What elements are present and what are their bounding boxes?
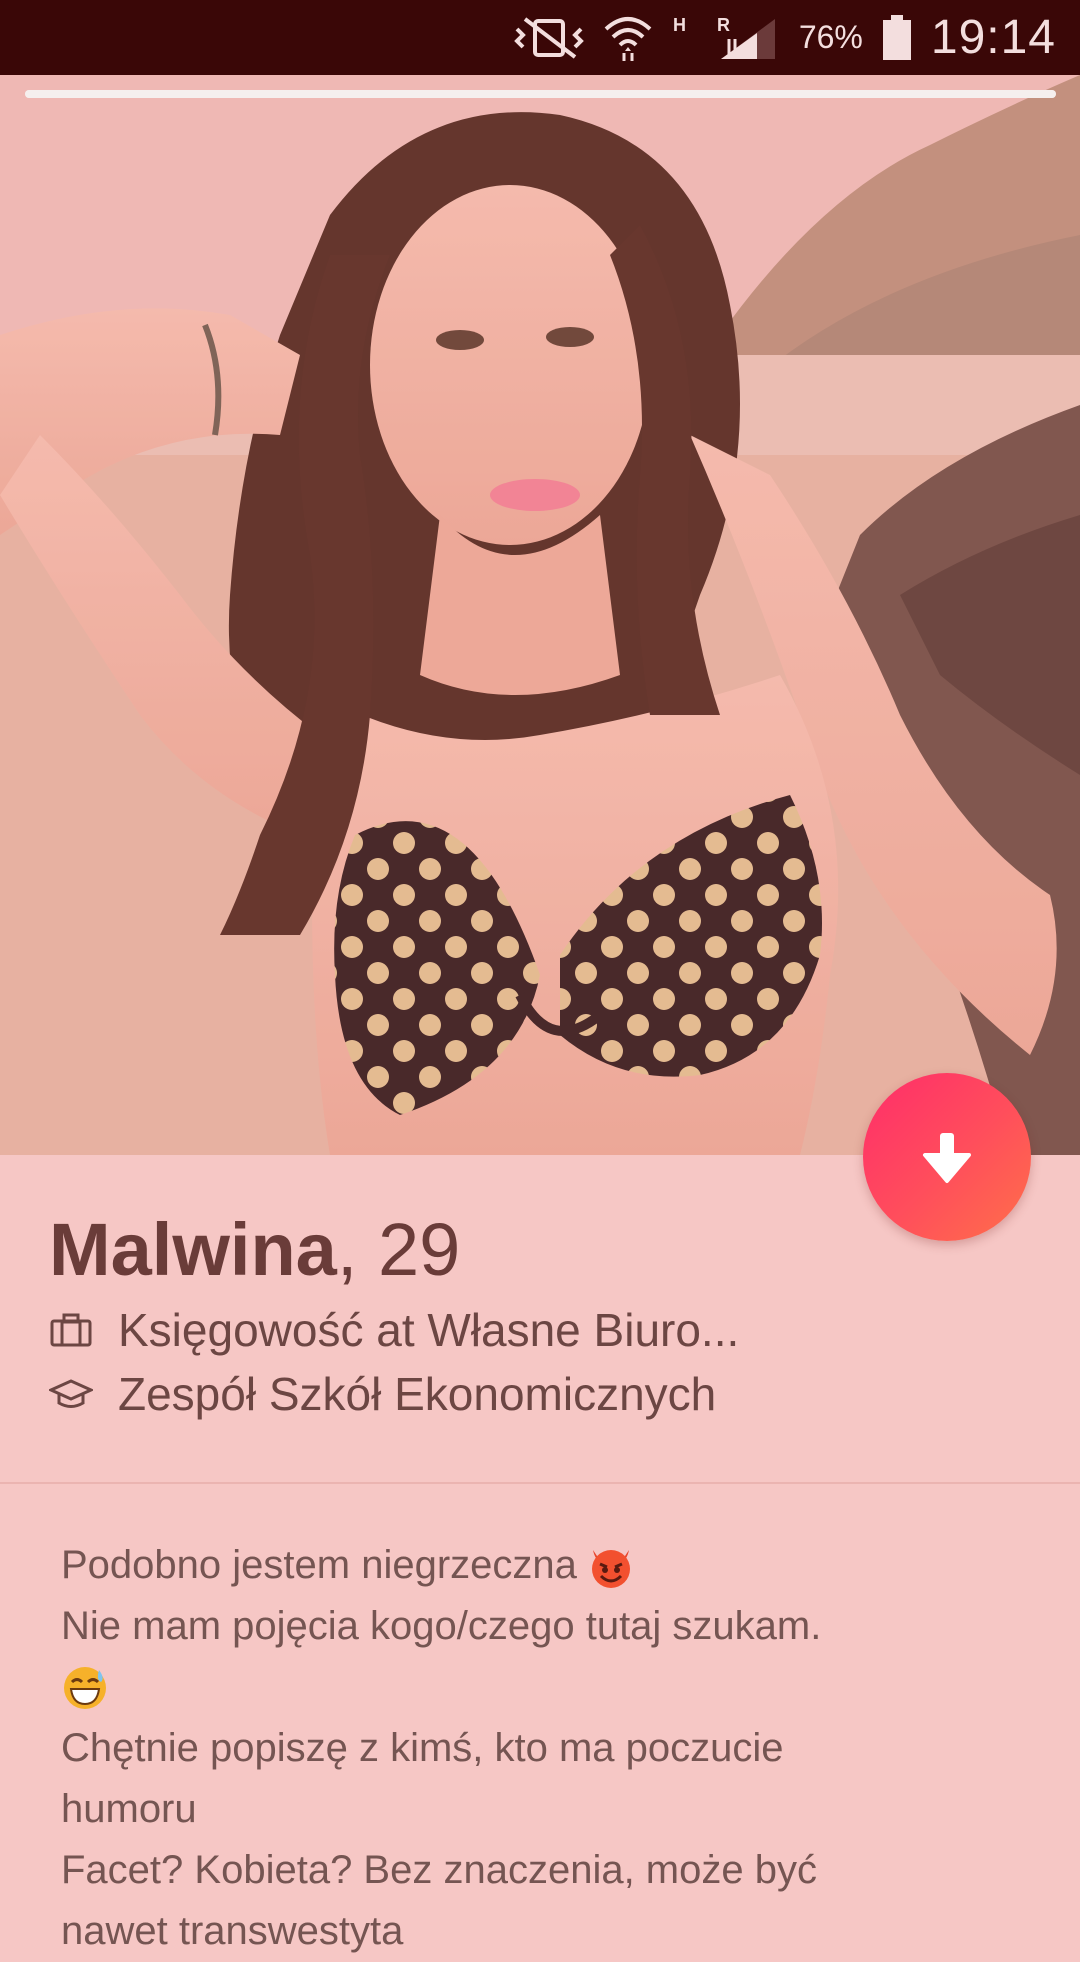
name-age-separator: , bbox=[336, 1208, 378, 1291]
collapse-profile-button[interactable] bbox=[863, 1073, 1031, 1241]
bio-line: nawet transwestyta bbox=[61, 1901, 1041, 1962]
name-age-heading: Malwina, 29 bbox=[49, 1207, 460, 1292]
network-type-h: H bbox=[673, 15, 686, 35]
bio-line bbox=[61, 1657, 1041, 1718]
vibrate-mute-icon bbox=[513, 15, 585, 61]
status-bar: H R 76% 19:14 bbox=[0, 0, 1080, 75]
bio-line-2: Nie mam pojęcia kogo/czego tutaj szukam. bbox=[61, 1604, 822, 1648]
wifi-icon bbox=[603, 13, 653, 63]
profile-age: 29 bbox=[377, 1208, 461, 1291]
section-divider bbox=[0, 1482, 1080, 1484]
arrow-down-icon bbox=[923, 1133, 971, 1183]
graduation-cap-icon bbox=[48, 1374, 94, 1414]
school-text: Zespół Szkół Ekonomicznych bbox=[118, 1368, 717, 1420]
profile-photo-image bbox=[0, 75, 1080, 1155]
school-row: Zespół Szkół Ekonomicznych bbox=[48, 1367, 716, 1421]
grinning-sweat-emoji bbox=[64, 1666, 106, 1709]
bio-line: Nie mam pojęcia kogo/czego tutaj szukam. bbox=[61, 1596, 1041, 1657]
roaming-indicator: R bbox=[717, 15, 730, 35]
photo-progress-indicator bbox=[25, 90, 1056, 98]
smiling-devil-emoji bbox=[591, 1549, 630, 1588]
battery-icon bbox=[881, 13, 913, 63]
bio-line-6: Facet? Kobieta? Bez znaczenia, może być bbox=[61, 1848, 817, 1892]
bio-line-7: nawet transwestyta bbox=[61, 1909, 404, 1953]
bio-line-5: humoru bbox=[61, 1787, 197, 1831]
photo-progress-fill bbox=[25, 90, 1056, 98]
profile-photo[interactable] bbox=[0, 75, 1080, 1155]
bio-line-1: Podobno jestem niegrzeczna bbox=[61, 1543, 577, 1587]
bio-line: humoru bbox=[61, 1779, 1041, 1840]
job-text: Księgowość at Własne Biuro... bbox=[118, 1304, 740, 1356]
bio-line: Chętnie popiszę z kimś, kto ma poczucie bbox=[61, 1718, 1041, 1779]
bio-line-4: Chętnie popiszę z kimś, kto ma poczucie bbox=[61, 1726, 784, 1770]
battery-percent: 76% bbox=[798, 19, 863, 55]
clock: 19:14 bbox=[930, 11, 1056, 64]
briefcase-icon bbox=[48, 1310, 94, 1350]
profile-name: Malwina bbox=[49, 1208, 337, 1291]
bio-line: Podobno jestem niegrzeczna bbox=[61, 1535, 1041, 1596]
job-row: Księgowość at Własne Biuro... bbox=[48, 1303, 739, 1357]
bio-text: Podobno jestem niegrzeczna Nie mam pojęc… bbox=[61, 1535, 1041, 1962]
bio-line: Facet? Kobieta? Bez znaczenia, może być bbox=[61, 1840, 1041, 1901]
signal-icon: H R bbox=[671, 13, 781, 63]
status-icons: H R 76% 19:14 bbox=[513, 0, 1056, 75]
